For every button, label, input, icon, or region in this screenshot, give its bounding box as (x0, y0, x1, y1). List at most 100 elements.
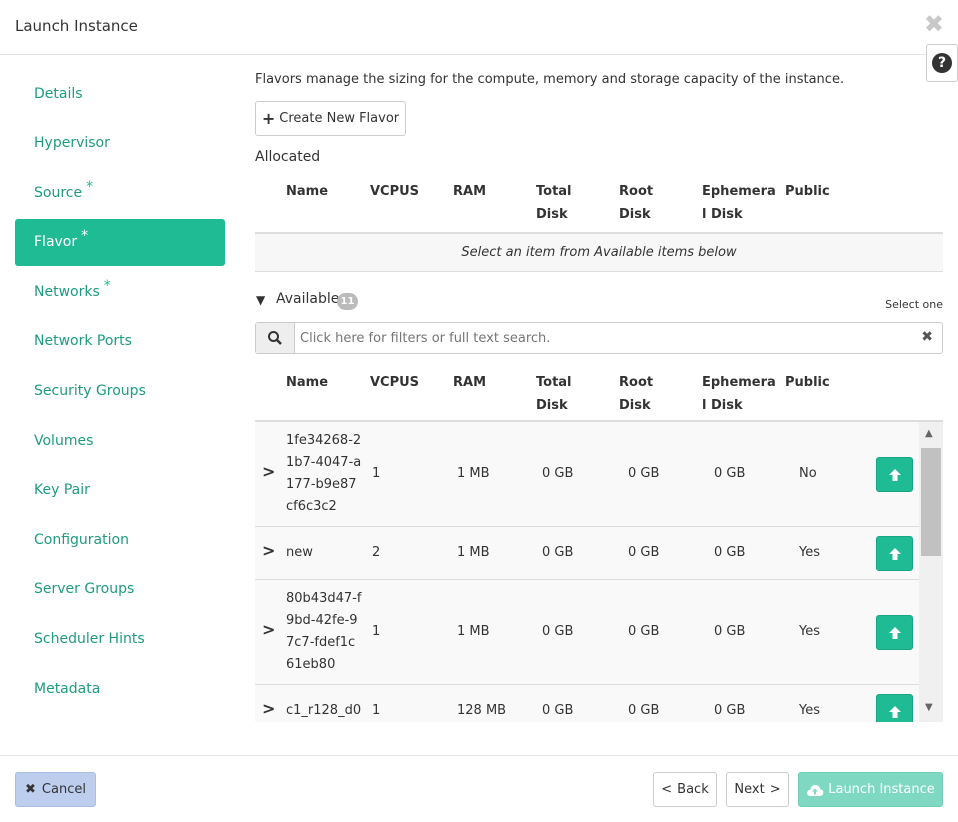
nav-item-hypervisor[interactable]: Hypervisor (15, 120, 225, 167)
flavor-total-disk: 0 GB (542, 703, 574, 718)
arrow-up-icon (888, 468, 901, 481)
modal-footer: ✖ Cancel < Back Next > Launch Instance (0, 755, 958, 822)
nav-item-key-pair[interactable]: Key Pair (15, 467, 225, 514)
nav-item-configuration[interactable]: Configuration (15, 516, 225, 563)
available-count-badge: 11 (337, 293, 358, 310)
nav-item-label: Networks (34, 283, 100, 300)
flavor-panel: Flavors manage the sizing for the comput… (255, 70, 943, 722)
select-one-hint: Select one (885, 298, 943, 311)
nav-item-source[interactable]: Source * (15, 169, 225, 216)
available-heading: Available (276, 291, 340, 307)
create-new-flavor-label: Create New Flavor (279, 111, 400, 126)
table-scrollbar[interactable]: ▲ ▼ (919, 422, 943, 722)
nav-item-security-groups[interactable]: Security Groups (15, 368, 225, 415)
nav-item-label: Key Pair (34, 482, 90, 499)
chevron-right-icon[interactable]: > (262, 620, 275, 639)
flavor-vcpus: 1 (372, 703, 381, 718)
allocate-button[interactable] (876, 457, 913, 492)
nav-item-label: Server Groups (34, 581, 135, 598)
flavor-ephemeral-disk: 0 GB (714, 624, 746, 639)
col-total-disk: Total Disk (536, 184, 572, 222)
nav-item-metadata[interactable]: Metadata (15, 665, 225, 712)
nav-item-label: Metadata (34, 680, 101, 697)
cloud-upload-icon (807, 784, 824, 796)
search-icon (256, 323, 295, 353)
nav-item-label: Configuration (34, 531, 129, 548)
scrollbar-thumb[interactable] (921, 448, 941, 556)
col-name[interactable]: Name (286, 371, 328, 394)
search-input[interactable] (300, 323, 900, 353)
flavor-root-disk: 0 GB (628, 703, 660, 718)
scroll-up-icon[interactable]: ▲ (925, 428, 933, 439)
cancel-button[interactable]: ✖ Cancel (15, 772, 96, 807)
allocate-button[interactable] (876, 694, 913, 722)
col-ram[interactable]: RAM (453, 371, 486, 394)
table-row: > 1fe34268-21b7-4047-a177-b9e87cf6c3c2 1… (255, 422, 919, 527)
search-bar: ✖ (255, 322, 943, 354)
nav-item-label: Source (34, 184, 83, 201)
nav-item-scheduler-hints[interactable]: Scheduler Hints (15, 616, 225, 663)
nav-item-flavor[interactable]: Flavor * (15, 218, 225, 266)
col-ephemeral-disk[interactable]: Ephemera l Disk (702, 371, 776, 417)
nav-item-label: Security Groups (34, 383, 146, 400)
allocated-heading: Allocated (255, 149, 321, 165)
flavor-description: Flavors manage the sizing for the comput… (255, 72, 845, 87)
allocate-button[interactable] (876, 536, 913, 571)
required-marker: * (81, 228, 89, 245)
next-button[interactable]: Next > (726, 772, 789, 807)
col-public: Public (785, 184, 830, 199)
nav-item-volumes[interactable]: Volumes (15, 417, 225, 464)
close-icon: ✖ (25, 782, 36, 797)
back-button[interactable]: < Back (653, 772, 717, 807)
col-total-disk[interactable]: Total Disk (536, 371, 572, 417)
flavor-public: No (799, 466, 817, 481)
launch-instance-button[interactable]: Launch Instance (798, 772, 943, 807)
flavor-vcpus: 1 (372, 624, 381, 639)
chevron-right-icon[interactable]: > (262, 462, 275, 481)
flavor-ram: 1 MB (457, 545, 490, 560)
flavor-public: Yes (799, 703, 820, 718)
nav-item-label: Details (34, 85, 83, 102)
available-table-header: Name VCPUS RAM Total Disk Root Disk Epheme… (255, 363, 943, 422)
nav-item-network-ports[interactable]: Network Ports (15, 318, 225, 365)
nav-item-server-groups[interactable]: Server Groups (15, 566, 225, 613)
nav-item-networks[interactable]: Networks * (15, 268, 225, 315)
col-ram: RAM (453, 184, 487, 199)
flavor-ephemeral-disk: 0 GB (714, 545, 746, 560)
clear-search-icon[interactable]: ✖ (921, 329, 933, 345)
nav-item-label: Flavor (34, 234, 78, 251)
nav-item-label: Hypervisor (34, 135, 110, 152)
close-icon[interactable]: ✖ (924, 12, 944, 36)
wizard-nav: Details Hypervisor Source * Flavor * Netwo… (15, 70, 225, 715)
flavor-total-disk: 0 GB (542, 545, 574, 560)
nav-item-details[interactable]: Details (15, 70, 225, 117)
cancel-label: Cancel (41, 782, 86, 797)
chevron-right-icon[interactable]: > (262, 699, 275, 718)
flavor-total-disk: 0 GB (542, 466, 574, 481)
chevron-right-icon[interactable]: > (262, 541, 275, 560)
flavor-name: 1fe34268-21b7-4047-a177-b9e87cf6c3c2 (286, 433, 362, 514)
nav-item-label: Network Ports (34, 333, 132, 350)
scroll-down-icon[interactable]: ▼ (925, 702, 933, 713)
required-marker: * (103, 277, 111, 294)
chevron-down-icon: ▼ (256, 293, 266, 307)
create-new-flavor-button[interactable]: + Create New Flavor (255, 101, 406, 136)
flavor-public: Yes (799, 624, 820, 639)
col-name: Name (286, 184, 329, 199)
col-vcpus[interactable]: VCPUS (370, 371, 419, 394)
col-root-disk: Root Disk (619, 184, 654, 222)
available-toggle[interactable]: ▼ Available 11 Select one (255, 291, 943, 311)
allocated-table-header: Name VCPUS RAM Total Disk Root Disk Epheme… (255, 172, 943, 234)
col-root-disk[interactable]: Root Disk (619, 371, 653, 417)
flavor-public: Yes (799, 545, 820, 560)
flavor-ram: 1 MB (457, 624, 490, 639)
flavor-root-disk: 0 GB (628, 466, 660, 481)
col-public[interactable]: Public (785, 371, 830, 394)
allocate-button[interactable] (876, 615, 913, 650)
flavor-ephemeral-disk: 0 GB (714, 703, 746, 718)
arrow-up-icon (888, 705, 901, 718)
flavor-vcpus: 1 (372, 466, 381, 481)
nav-item-label: Scheduler Hints (34, 631, 145, 648)
chevron-left-icon: < (661, 782, 673, 797)
nav-item-label: Volumes (34, 432, 94, 449)
